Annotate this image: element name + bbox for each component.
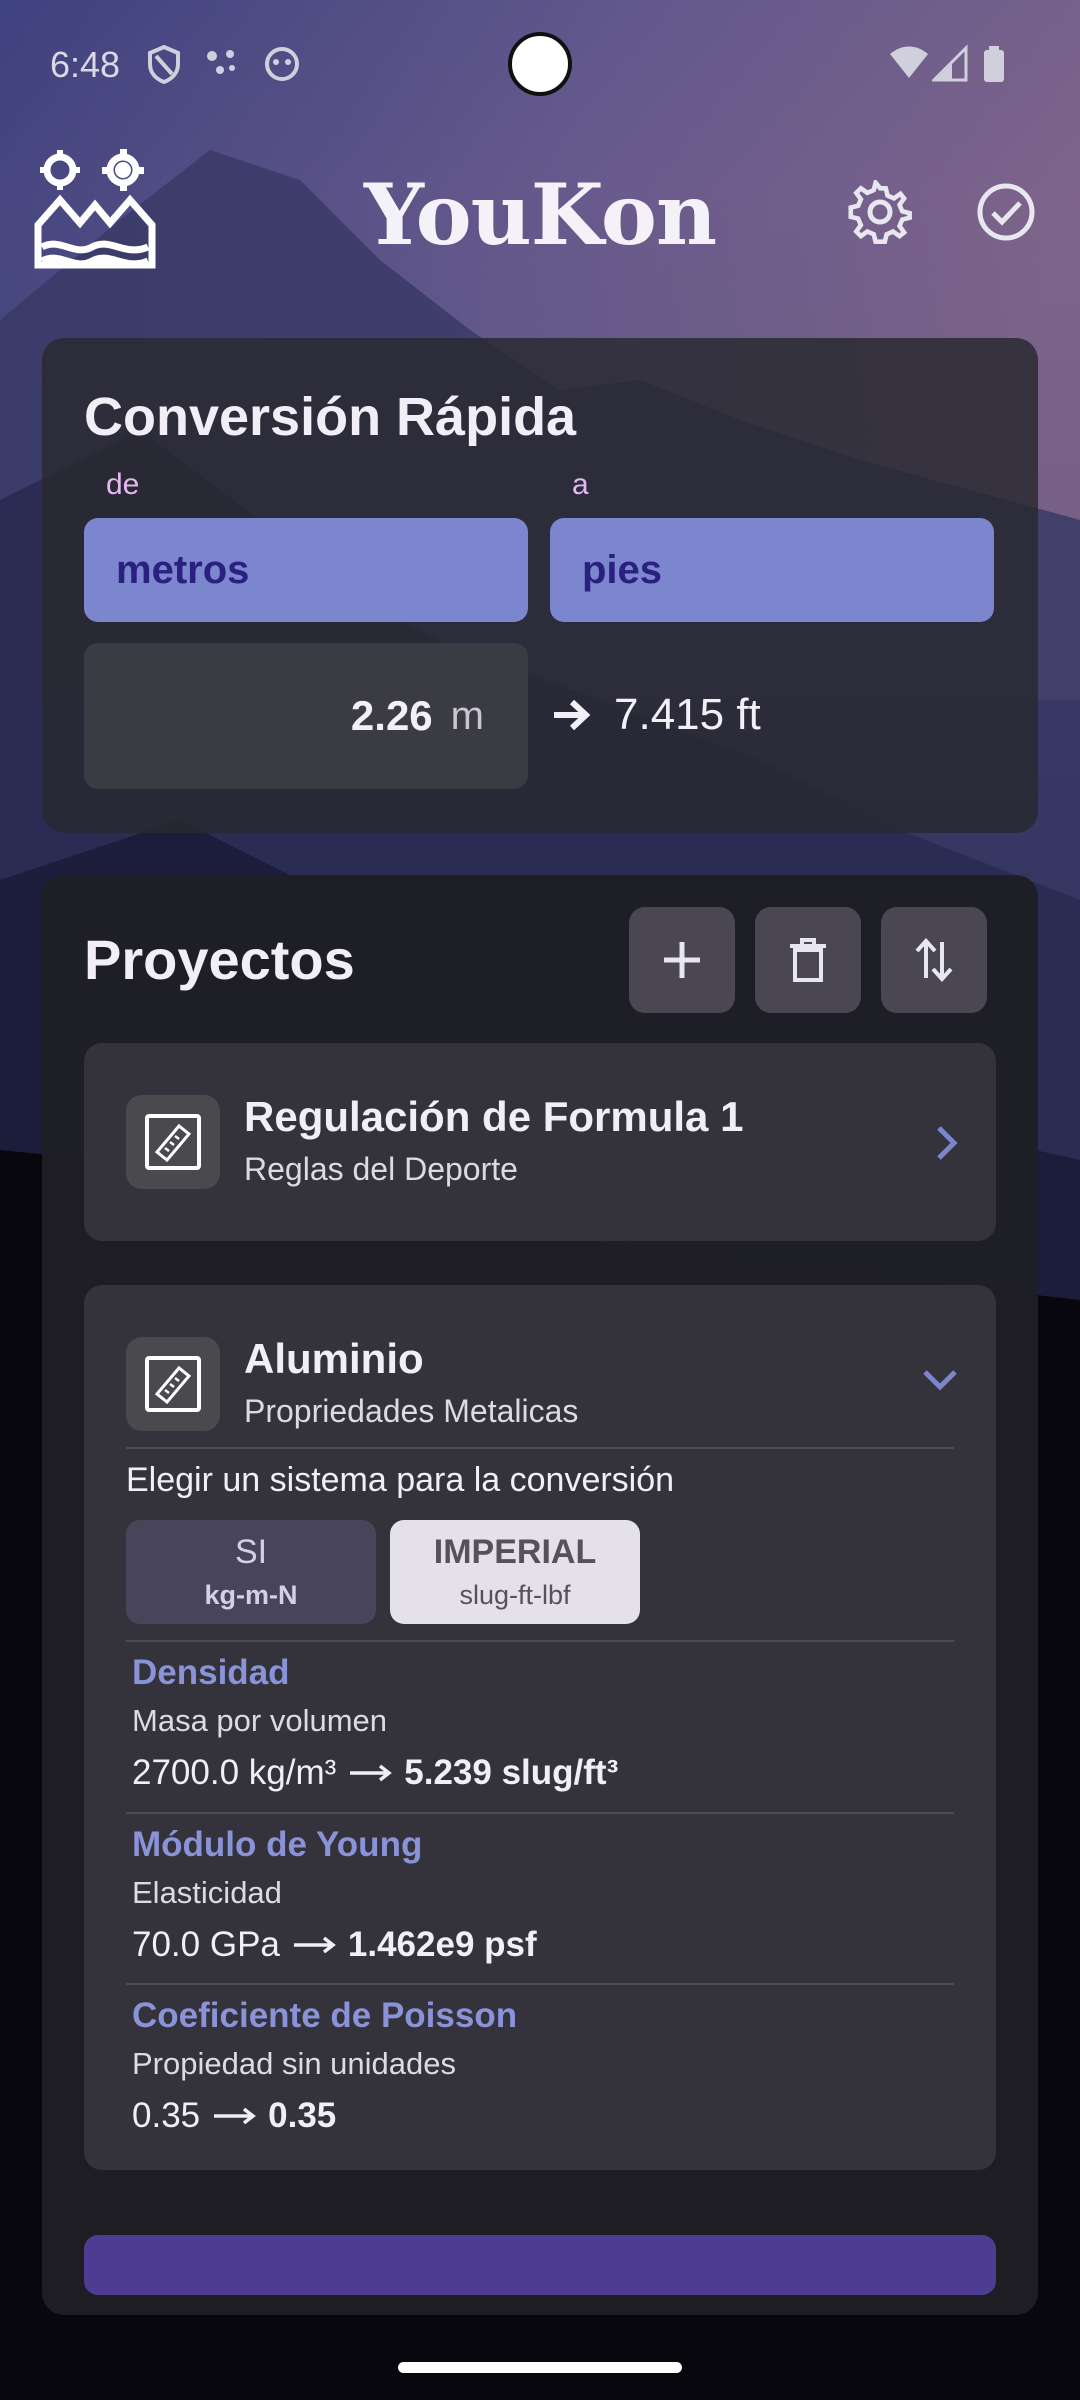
projects-title: Proyectos [84, 928, 355, 991]
system-si-label: SI [234, 1533, 268, 1571]
sort-arrows-icon [915, 938, 953, 982]
shield-icon [148, 44, 180, 84]
project-icon [126, 1337, 220, 1431]
project-name: Regulación de Formula 1 [244, 1093, 744, 1140]
divider [126, 1447, 954, 1449]
signal-icon [932, 44, 968, 82]
long-arrow-right-icon [350, 1764, 393, 1782]
add-project-button[interactable] [629, 907, 735, 1013]
property-to-value: 5.239 slug/ft³ [404, 1753, 619, 1792]
check-circle-icon[interactable] [974, 180, 1038, 244]
project-icon [126, 1095, 220, 1189]
long-arrow-right-icon [293, 1936, 336, 1954]
property-item: Coeficiente de Poisson Propiedad sin uni… [132, 1996, 517, 2136]
property-from-value: 70.0 GPa [132, 1925, 280, 1964]
from-unit-select[interactable]: metros [84, 518, 528, 622]
conversion-result: 7.415 ft [552, 690, 761, 740]
property-conversion: 70.0 GPa 1.462e9 psf [132, 1925, 537, 1965]
value-input[interactable]: 2.26 m [84, 643, 528, 789]
long-arrow-right-icon [214, 2107, 256, 2125]
project-subtitle: Reglas del Deporte [244, 1151, 518, 1187]
home-indicator[interactable] [398, 2362, 682, 2373]
quick-conversion-card: Conversión Rápida de a metros pies 2.26 … [42, 338, 1038, 833]
system-imperial-label: IMPERIAL [433, 1533, 597, 1571]
plus-icon [664, 942, 700, 978]
property-from-value: 0.35 [132, 2096, 201, 2135]
value-input-number: 2.26 [350, 692, 433, 739]
project-item[interactable]: Regulación de Formula 1 Reglas del Depor… [84, 1043, 996, 1241]
property-item: Módulo de Young Elasticidad 70.0 GPa 1.4… [132, 1825, 537, 1965]
sort-projects-button[interactable] [881, 907, 987, 1013]
property-description: Masa por volumen [132, 1703, 388, 1738]
system-imperial-button[interactable]: IMPERIAL slug-ft-lbf [390, 1520, 640, 1624]
divider [126, 1640, 954, 1642]
chevron-down-icon[interactable] [920, 1367, 960, 1393]
trash-icon [790, 938, 826, 982]
from-unit-label: metros [116, 547, 250, 592]
property-conversion: 2700.0 kg/m³ 5.239 slug/ft³ [132, 1753, 618, 1793]
ruler-icon [145, 1356, 201, 1412]
battery-icon [984, 46, 1004, 82]
assistant-dots-icon [207, 50, 235, 74]
property-item: Densidad Masa por volumen 2700.0 kg/m³ 5… [132, 1653, 618, 1793]
wifi-icon [890, 46, 928, 78]
project-name: Aluminio [244, 1335, 424, 1382]
status-time: 6:48 [50, 44, 121, 85]
bottom-action-bar[interactable] [84, 2235, 996, 2295]
to-unit-label: pies [582, 547, 663, 592]
property-description: Propiedad sin unidades [132, 2046, 457, 2081]
system-si-units: kg-m-N [204, 1580, 298, 1610]
property-to-value: 0.35 [268, 2096, 337, 2135]
quick-conversion-title: Conversión Rápida [84, 387, 577, 447]
system-prompt: Elegir un sistema para la conversión [126, 1461, 675, 1499]
front-camera [508, 32, 572, 96]
value-input-unit: m [450, 693, 484, 738]
to-unit-select[interactable]: pies [550, 518, 994, 622]
property-from-value: 2700.0 kg/m³ [132, 1753, 337, 1792]
project-subtitle: Propriedades Metalicas [244, 1393, 579, 1429]
property-name: Módulo de Young [132, 1825, 423, 1864]
divider [126, 1812, 954, 1814]
system-imperial-units: slug-ft-lbf [459, 1580, 571, 1610]
property-name: Coeficiente de Poisson [132, 1996, 518, 2035]
project-item-expanded: Aluminio Propriedades Metalicas Elegir u… [84, 1285, 996, 2170]
divider [126, 1983, 954, 1985]
delete-project-button[interactable] [755, 907, 861, 1013]
property-to-value: 1.462e9 psf [347, 1925, 537, 1964]
app-title: YouKon [363, 165, 717, 264]
property-conversion: 0.35 0.35 [132, 2096, 517, 2136]
ruler-icon [145, 1114, 201, 1170]
gear-icon[interactable] [848, 180, 912, 244]
chevron-right-icon[interactable] [934, 1123, 960, 1163]
projects-card: Proyectos Regulación de Formula 1 Reglas… [42, 875, 1038, 2315]
status-bar: 6:48 [0, 0, 1080, 130]
system-si-button[interactable]: SI kg-m-N [126, 1520, 376, 1624]
app-notification-icon [265, 47, 299, 81]
conversion-result-value: 7.415 ft [614, 690, 761, 739]
from-label: de [106, 468, 140, 501]
arrow-right-icon [554, 699, 591, 731]
property-description: Elasticidad [132, 1875, 282, 1910]
to-label: a [572, 468, 589, 501]
property-name: Densidad [132, 1653, 290, 1692]
